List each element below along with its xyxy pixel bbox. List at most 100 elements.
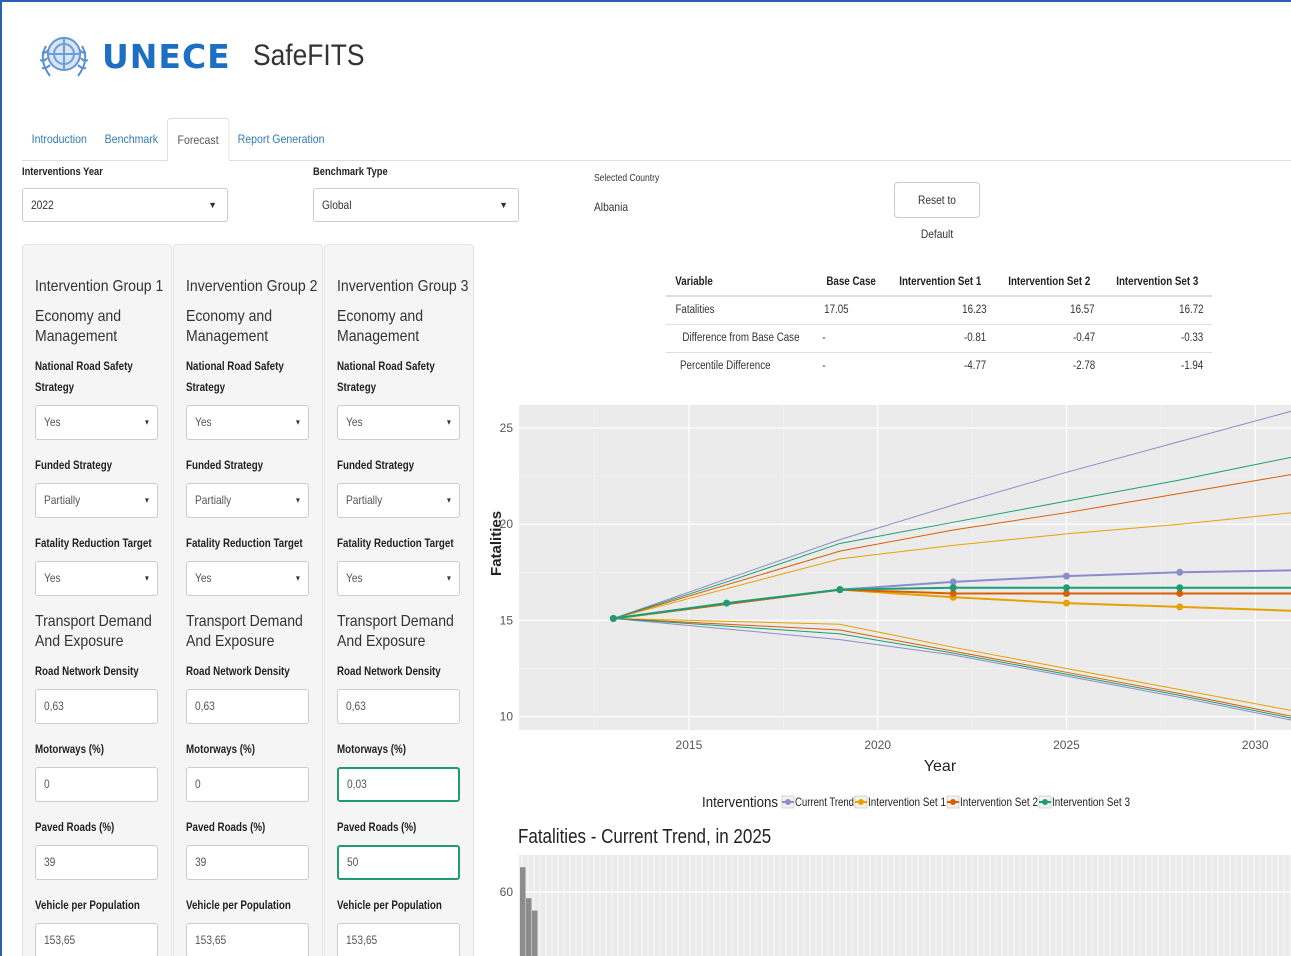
paved-roads-input[interactable]: 50 [337,845,460,880]
reset-button-label: Reset to Default [917,193,956,241]
table-header: Intervention Set 2 [994,268,1104,297]
road-network-density-label: Road Network Density [337,666,441,678]
bar-chart-title: Fatalities - Current Trend, in 2025 [518,826,772,848]
vehicle-per-population-input[interactable]: 153,65 [35,923,158,956]
paved-roads-value: 39 [195,855,207,869]
table-cell: Fatalities [675,304,715,317]
road-network-density-input[interactable]: 0,63 [35,689,158,724]
x-tick-label: 2025 [1053,738,1080,752]
road-network-density-value: 0,63 [346,699,366,713]
tab-introduction[interactable]: Introduction [22,118,97,161]
reset-to-default-button[interactable]: Reset to Default [894,182,980,241]
funded-strategy-select[interactable]: Partially ▾ [35,483,158,518]
nrss-select[interactable]: Yes ▾ [186,405,309,440]
tab-report-generation[interactable]: Report Generation [228,118,334,161]
plot-background [519,405,1291,730]
fatality-reduction-target-select[interactable]: Yes ▾ [337,561,460,596]
header-set-2: Intervention Set 2 [1007,275,1090,288]
motorways-value: 0 [195,777,201,791]
results-table: Variable Base Case Intervention Set 1 In… [666,268,1212,380]
table-row: Percentile Difference - -4.77 -2.78 -1.9… [666,351,1212,380]
data-point [1062,572,1070,580]
caret-down-icon: ▼ [499,200,508,210]
vehicle-per-population-input[interactable]: 153,65 [186,923,309,956]
data-point [836,586,844,594]
bar [532,910,538,956]
paved-roads-label: Paved Roads (%) [186,822,266,834]
fatality-reduction-target-label: Fatality Reduction Target [35,538,152,550]
funded-strategy-label: Funded Strategy [35,460,113,472]
x-tick-label: 2030 [1242,738,1269,752]
table-cell: -0.33 [1181,332,1204,344]
table-cell: -4.77 [964,360,987,373]
vehicle-per-population-value: 153,65 [195,933,227,947]
road-network-density-label: Road Network Density [35,666,139,678]
nrss-select[interactable]: Yes ▾ [337,405,460,440]
interventions-year-select[interactable]: 2022 ▼ [22,188,228,222]
bar [520,867,526,956]
vehicle-per-population-label: Vehicle per Population [186,900,291,912]
funded-strategy-select[interactable]: Partially ▾ [337,483,460,518]
header-set-3: Intervention Set 3 [1116,275,1199,288]
table-cell: 16.57 [1070,304,1095,317]
header-base-case: Base Case [826,275,876,288]
caret-down-icon: ▾ [447,495,452,505]
tab-forecast[interactable]: Forecast [167,118,230,161]
header-variable: Variable [675,275,713,288]
vehicle-per-population-value: 153,65 [44,933,76,947]
un-emblem-icon [39,37,89,77]
fatality-reduction-target-select[interactable]: Yes ▾ [186,561,309,596]
motorways-input[interactable]: 0,03 [337,767,460,802]
y-tick-label: 60 [500,885,514,899]
tab-benchmark[interactable]: Benchmark [95,118,168,161]
table-row: Fatalities 17.05 16.23 16.57 16.72 [666,295,1212,324]
funded-strategy-label: Funded Strategy [186,460,264,472]
app-title: SafeFITS [252,39,365,72]
paved-roads-input[interactable]: 39 [186,845,309,880]
section-transport-demand: Transport Demand And Exposure [35,613,152,650]
legend-key-point [858,799,864,805]
data-point [723,599,731,607]
app-frame: UNECE SafeFITS Introduction Benchmark Fo… [0,0,1291,956]
paved-roads-value: 39 [44,855,56,869]
funded-strategy-select[interactable]: Partially ▾ [186,483,309,518]
motorways-input[interactable]: 0 [186,767,309,802]
y-tick-label: 10 [500,710,514,724]
paved-roads-value: 50 [347,855,359,869]
fatality-reduction-target-label: Fatality Reduction Target [186,538,303,550]
section-economy-management: Economy and Management [35,308,122,345]
vehicle-per-population-input[interactable]: 153,65 [337,923,460,956]
group-title: Invervention Group 3 [337,278,469,295]
x-tick-label: 2020 [864,738,891,752]
nrss-select[interactable]: Yes ▾ [35,405,158,440]
selected-country-label: Selected Country [594,173,660,184]
road-network-density-input[interactable]: 0,63 [186,689,309,724]
fatality-reduction-target-select[interactable]: Yes ▾ [35,561,158,596]
funded-strategy-value: Partially [195,493,232,507]
table-cell: Percentile Difference [679,360,771,373]
road-network-density-input[interactable]: 0,63 [337,689,460,724]
funded-strategy-value: Partially [44,493,81,507]
legend-label: Intervention Set 2 [960,795,1038,809]
bar [526,898,532,956]
legend-label: Intervention Set 3 [1052,795,1130,809]
data-point [609,614,617,622]
nrss-label: National Road Safety Strategy [35,361,133,394]
interventions-year-value: 2022 [31,198,54,212]
motorways-value: 0,03 [347,777,367,791]
nrss-value: Yes [346,415,363,429]
motorways-label: Motorways (%) [186,744,255,756]
table-cell: -1.94 [1181,360,1204,373]
road-network-density-value: 0,63 [44,699,64,713]
y-tick-label: 15 [500,613,514,627]
data-point [1062,599,1070,607]
benchmark-type-select[interactable]: Global ▼ [313,188,519,222]
nrss-label: National Road Safety Strategy [186,361,284,394]
table-cell: 16.23 [961,304,987,317]
table-cell: - [822,332,826,344]
motorways-input[interactable]: 0 [35,767,158,802]
legend-key-point [785,799,791,805]
motorways-label: Motorways (%) [337,744,406,756]
caret-down-icon: ▾ [296,417,301,427]
paved-roads-input[interactable]: 39 [35,845,158,880]
